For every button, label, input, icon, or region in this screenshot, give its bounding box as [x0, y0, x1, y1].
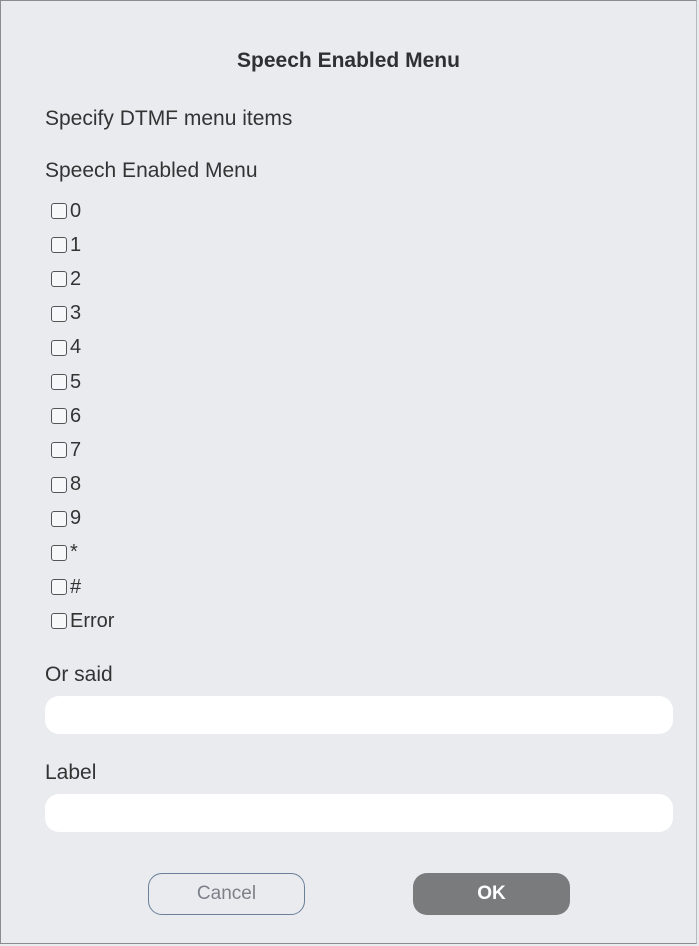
option-label: 7 [70, 438, 82, 461]
dialog-title: Speech Enabled Menu [237, 49, 460, 72]
checkbox[interactable] [51, 271, 67, 288]
checkbox[interactable] [51, 442, 67, 459]
or-said-label: Or said [45, 663, 113, 686]
checkbox-group-label: Speech Enabled Menu [45, 159, 258, 182]
option-9[interactable]: 9 [51, 502, 114, 536]
speech-enabled-menu-dialog: Speech Enabled Menu Specify DTMF menu it… [0, 0, 697, 944]
checkbox[interactable] [51, 374, 67, 391]
option-2[interactable]: 2 [51, 262, 114, 296]
ok-button[interactable]: OK [413, 873, 570, 915]
option-label: 3 [70, 302, 82, 325]
option-label: 9 [70, 507, 82, 530]
cancel-button[interactable]: Cancel [148, 873, 305, 915]
checkbox[interactable] [51, 510, 67, 527]
option-1[interactable]: 1 [51, 228, 114, 262]
dtmf-options-list: 0 1 2 3 4 5 6 7 8 9 * # Error [51, 194, 114, 638]
checkbox[interactable] [51, 476, 67, 493]
dialog-subtitle: Specify DTMF menu items [45, 107, 293, 130]
option-label: 2 [70, 267, 82, 290]
option-4[interactable]: 4 [51, 331, 114, 365]
checkbox[interactable] [51, 579, 67, 596]
option-label: 6 [70, 404, 82, 427]
option-7[interactable]: 7 [51, 433, 114, 467]
checkbox[interactable] [51, 339, 67, 356]
checkbox[interactable] [51, 203, 67, 220]
or-said-input[interactable] [45, 696, 673, 734]
option-label: 1 [70, 233, 82, 256]
checkbox[interactable] [51, 237, 67, 254]
checkbox[interactable] [51, 613, 67, 630]
checkbox[interactable] [51, 408, 67, 425]
label-field-label: Label [45, 761, 97, 784]
checkbox[interactable] [51, 305, 67, 322]
option-label: * [70, 541, 78, 564]
option-star[interactable]: * [51, 536, 114, 570]
option-hash[interactable]: # [51, 570, 114, 604]
option-label: 0 [70, 199, 82, 222]
label-input[interactable] [45, 794, 673, 832]
option-label: 5 [70, 370, 82, 393]
option-6[interactable]: 6 [51, 399, 114, 433]
option-label: # [70, 575, 82, 598]
checkbox[interactable] [51, 544, 67, 561]
option-5[interactable]: 5 [51, 365, 114, 399]
option-3[interactable]: 3 [51, 297, 114, 331]
option-label: 4 [70, 336, 82, 359]
option-label: Error [70, 609, 115, 632]
option-error[interactable]: Error [51, 604, 114, 638]
option-8[interactable]: 8 [51, 468, 114, 502]
option-label: 8 [70, 473, 82, 496]
option-0[interactable]: 0 [51, 194, 114, 228]
